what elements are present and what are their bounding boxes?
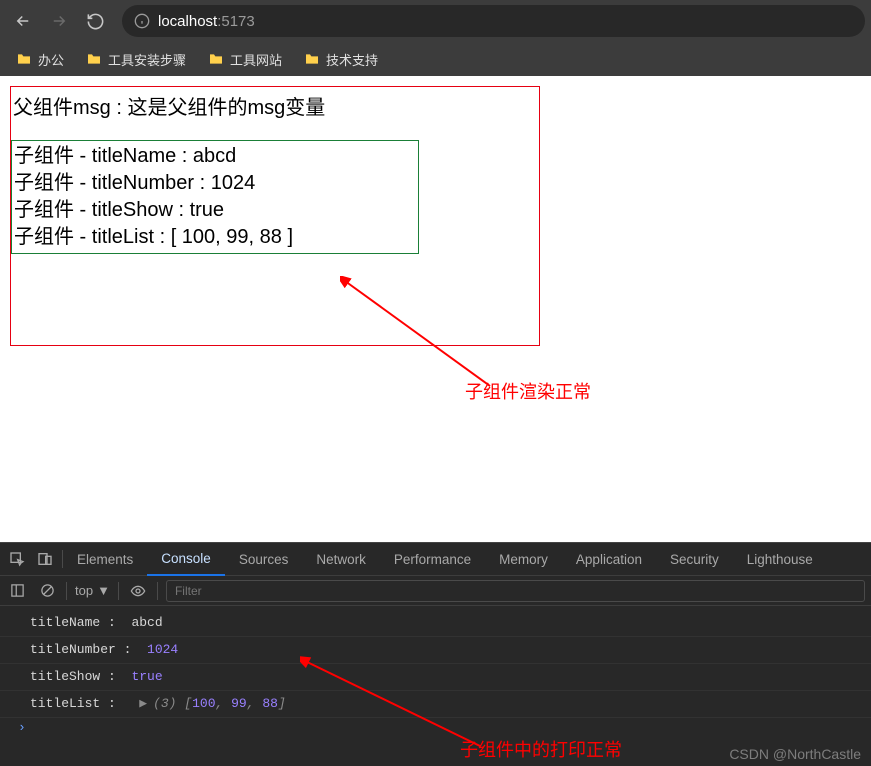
folder-icon xyxy=(86,51,102,67)
navigation-bar: localhost:5173 xyxy=(0,0,871,42)
folder-icon xyxy=(16,51,32,67)
bookmark-label: 工具网站 xyxy=(230,50,282,69)
child-titleName: 子组件 - titleName : abcd xyxy=(14,143,416,170)
back-button[interactable] xyxy=(6,4,40,38)
browser-chrome: localhost:5173 办公 工具安装步骤 工具网站 技术支持 xyxy=(0,0,871,76)
folder-icon xyxy=(304,51,320,67)
reload-icon xyxy=(86,12,105,31)
context-selector[interactable]: top ▼ xyxy=(75,583,110,598)
folder-icon xyxy=(208,51,224,67)
devtools-tab-performance[interactable]: Performance xyxy=(380,543,485,576)
parent-component-box: 父组件msg : 这是父组件的msg变量 子组件 - titleName : a… xyxy=(10,86,540,346)
filter-input[interactable] xyxy=(166,580,865,602)
annotation-text: 子组件中的打印正常 xyxy=(460,736,622,762)
console-sidebar-toggle[interactable] xyxy=(6,583,28,598)
live-expression-button[interactable] xyxy=(127,583,149,599)
info-icon xyxy=(134,13,150,29)
arrow-left-icon xyxy=(14,12,32,30)
bookmark-label: 工具安装步骤 xyxy=(108,50,186,69)
bookmarks-bar: 办公 工具安装步骤 工具网站 技术支持 xyxy=(0,42,871,76)
devtools-tab-sources[interactable]: Sources xyxy=(225,543,303,576)
reload-button[interactable] xyxy=(78,4,112,38)
annotation-text: 子组件渲染正常 xyxy=(465,378,591,404)
console-output: titleName : abcd titleNumber : 1024 titl… xyxy=(0,606,871,766)
bookmark-item[interactable]: 办公 xyxy=(10,46,70,73)
bookmark-item[interactable]: 工具安装步骤 xyxy=(80,46,192,73)
bookmark-item[interactable]: 工具网站 xyxy=(202,46,288,73)
console-log-row: titleShow : true xyxy=(0,664,871,691)
devtools-tab-security[interactable]: Security xyxy=(656,543,733,576)
devtools-tab-network[interactable]: Network xyxy=(302,543,380,576)
devtools-tab-elements[interactable]: Elements xyxy=(63,543,147,576)
console-log-row: titleNumber : 1024 xyxy=(0,637,871,664)
bookmark-label: 技术支持 xyxy=(326,50,378,69)
console-log-row: titleList : ▶(3) [100, 99, 88] xyxy=(0,691,871,718)
devtools-tab-memory[interactable]: Memory xyxy=(485,543,562,576)
device-toolbar-button[interactable] xyxy=(34,551,56,567)
devtools-tab-lighthouse[interactable]: Lighthouse xyxy=(733,543,827,576)
clear-console-button[interactable] xyxy=(36,583,58,598)
bookmark-label: 办公 xyxy=(38,50,64,69)
devtools-tab-application[interactable]: Application xyxy=(562,543,656,576)
url-port: :5173 xyxy=(217,13,255,30)
console-log-row: titleName : abcd xyxy=(0,610,871,637)
devtools-panel: Elements Console Sources Network Perform… xyxy=(0,542,871,766)
bookmark-item[interactable]: 技术支持 xyxy=(298,46,384,73)
child-titleShow: 子组件 - titleShow : true xyxy=(14,197,416,224)
child-titleList: 子组件 - titleList : [ 100, 99, 88 ] xyxy=(14,224,416,251)
child-titleNumber: 子组件 - titleNumber : 1024 xyxy=(14,170,416,197)
parent-msg-text: 父组件msg : 这是父组件的msg变量 xyxy=(11,87,539,130)
page-content: 父组件msg : 这是父组件的msg变量 子组件 - titleName : a… xyxy=(0,76,871,542)
forward-button[interactable] xyxy=(42,4,76,38)
console-filter[interactable] xyxy=(166,580,865,602)
devtools-tabs: Elements Console Sources Network Perform… xyxy=(0,543,871,576)
address-bar[interactable]: localhost:5173 xyxy=(122,5,865,37)
devtools-tab-console[interactable]: Console xyxy=(147,543,225,576)
inspect-element-button[interactable] xyxy=(6,551,28,567)
console-toolbar: top ▼ xyxy=(0,576,871,606)
console-prompt[interactable]: › xyxy=(0,718,871,737)
expand-arrow-icon[interactable]: ▶ xyxy=(139,696,147,711)
chevron-down-icon: ▼ xyxy=(97,583,110,598)
url-host: localhost xyxy=(158,13,217,30)
arrow-right-icon xyxy=(50,12,68,30)
watermark-text: CSDN @NorthCastle xyxy=(729,746,861,762)
child-component-box: 子组件 - titleName : abcd 子组件 - titleNumber… xyxy=(11,140,419,254)
